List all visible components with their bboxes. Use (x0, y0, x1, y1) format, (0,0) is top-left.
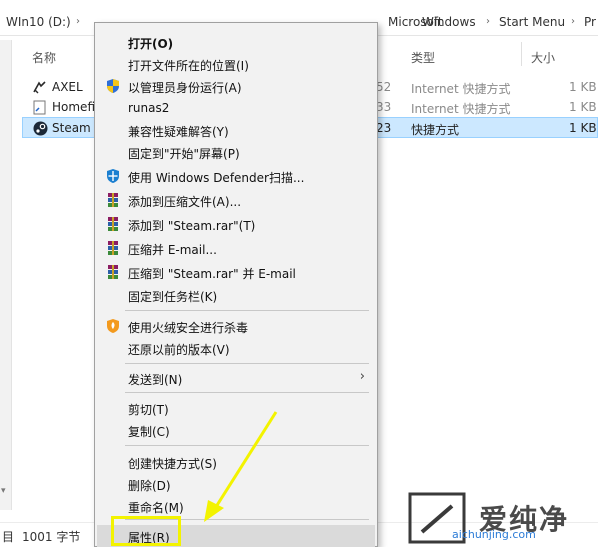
menu-separator (125, 310, 369, 311)
navigation-pane[interactable] (0, 40, 12, 510)
menu-item-label: 固定到"开始"屏幕(P) (128, 147, 240, 161)
menu-item-open-file-location[interactable]: 打开文件所在的位置(I) (97, 53, 375, 75)
menu-item-delete[interactable]: 删除(D) (97, 473, 375, 495)
menu-item-label: 删除(D) (128, 479, 171, 493)
menu-item-label: 添加到压缩文件(A)... (128, 195, 242, 209)
windows-defender-icon (107, 169, 119, 183)
menu-item-send-to[interactable]: 发送到(N) › (97, 367, 375, 389)
annotation-highlight-box (111, 516, 181, 546)
menu-item-defender-scan[interactable]: 使用 Windows Defender扫描... (97, 165, 375, 187)
watermark-url: aichunjing.com (452, 528, 536, 541)
file-name: Steam (52, 121, 91, 135)
menu-item-open[interactable]: 打开(O) (97, 31, 375, 53)
uac-shield-icon (107, 79, 119, 93)
menu-item-rename[interactable]: 重命名(M) (97, 495, 375, 517)
menu-item-label: 以管理员身份运行(A) (128, 81, 242, 95)
status-selected-size: 1001 字节 (22, 530, 81, 544)
context-menu: 打开(O) 打开文件所在的位置(I) 以管理员身份运行(A) runas2 兼容… (94, 22, 378, 547)
menu-item-create-shortcut[interactable]: 创建快捷方式(S) (97, 451, 375, 473)
menu-item-label: 兼容性疑难解答(Y) (128, 125, 229, 139)
status-items: 目 (2, 530, 15, 544)
file-date: 33 (376, 100, 392, 114)
column-header-size[interactable]: 大小 (531, 49, 555, 66)
menu-item-label: 打开(O) (128, 37, 174, 51)
breadcrumb-windows[interactable]: Windows (422, 15, 476, 29)
menu-separator (125, 445, 369, 446)
column-divider[interactable] (521, 42, 522, 66)
file-date: 23 (376, 121, 392, 135)
menu-item-label: 重命名(M) (128, 501, 184, 515)
file-size: 1 KB (569, 80, 597, 94)
menu-item-runas2[interactable]: runas2 (97, 97, 375, 119)
menu-item-label: 固定到任务栏(K) (128, 290, 218, 304)
file-name: AXEL (52, 80, 83, 94)
menu-separator (125, 363, 369, 364)
menu-item-label: 发送到(N) (128, 373, 183, 387)
winrar-icon (108, 217, 118, 231)
huorong-icon (107, 319, 119, 333)
menu-item-compress-and-email[interactable]: 压缩并 E-mail... (97, 237, 375, 259)
winrar-icon (108, 241, 118, 255)
menu-item-add-to-steam-rar[interactable]: 添加到 "Steam.rar"(T) (97, 213, 375, 235)
file-name: Homefi (52, 100, 95, 114)
file-type: Internet 快捷方式 (411, 82, 511, 96)
file-size: 1 KB (569, 100, 597, 114)
menu-item-cut[interactable]: 剪切(T) (97, 397, 375, 419)
internet-shortcut-icon (33, 100, 46, 115)
menu-item-restore-previous-versions[interactable]: 还原以前的版本(V) (97, 337, 375, 359)
chevron-right-icon: › (571, 16, 575, 27)
menu-item-huorong-scan[interactable]: 使用火绒安全进行杀毒 (97, 315, 375, 337)
menu-item-label: runas2 (128, 101, 170, 115)
menu-item-pin-to-taskbar[interactable]: 固定到任务栏(K) (97, 284, 375, 306)
chevron-right-icon: › (359, 369, 365, 384)
breadcrumb-programs[interactable]: Pr (584, 15, 596, 29)
menu-item-label: 还原以前的版本(V) (128, 343, 230, 357)
chevron-right-icon: › (76, 16, 80, 27)
file-size: 1 KB (569, 121, 597, 135)
scroll-down-icon[interactable]: ▾ (1, 486, 6, 496)
menu-item-label: 压缩到 "Steam.rar" 并 E-mail (128, 267, 296, 281)
file-type: Internet 快捷方式 (411, 102, 511, 116)
chevron-right-icon: › (486, 16, 490, 27)
column-header-type[interactable]: 类型 (411, 49, 435, 66)
file-type: 快捷方式 (411, 123, 460, 137)
menu-item-label: 剪切(T) (128, 403, 169, 417)
chevron-right-icon: › (408, 16, 412, 27)
breadcrumb-start-menu[interactable]: Start Menu (499, 15, 565, 29)
menu-separator (125, 392, 369, 393)
menu-item-pin-to-start[interactable]: 固定到"开始"屏幕(P) (97, 141, 375, 163)
menu-item-label: 添加到 "Steam.rar"(T) (128, 219, 256, 233)
winrar-icon (108, 193, 118, 207)
column-header-name[interactable]: 名称 (32, 49, 56, 66)
axel-shortcut-icon (33, 81, 46, 94)
menu-item-label: 使用火绒安全进行杀毒 (128, 321, 249, 335)
breadcrumb-drive[interactable]: WIn10 (D:) (6, 15, 71, 29)
steam-icon (33, 121, 48, 136)
menu-item-run-as-admin[interactable]: 以管理员身份运行(A) (97, 75, 375, 97)
menu-item-copy[interactable]: 复制(C) (97, 419, 375, 441)
menu-item-label: 复制(C) (128, 425, 170, 439)
menu-item-add-to-archive[interactable]: 添加到压缩文件(A)... (97, 189, 375, 211)
menu-item-troubleshoot-compatibility[interactable]: 兼容性疑难解答(Y) (97, 119, 375, 141)
menu-item-label: 创建快捷方式(S) (128, 457, 217, 471)
winrar-icon (108, 265, 118, 279)
menu-item-label: 使用 Windows Defender扫描... (128, 171, 305, 185)
menu-item-label: 打开文件所在的位置(I) (128, 59, 249, 73)
menu-item-compress-to-steam-rar-and-email[interactable]: 压缩到 "Steam.rar" 并 E-mail (97, 261, 375, 283)
menu-item-label: 压缩并 E-mail... (128, 243, 217, 257)
file-date: 52 (376, 80, 392, 94)
